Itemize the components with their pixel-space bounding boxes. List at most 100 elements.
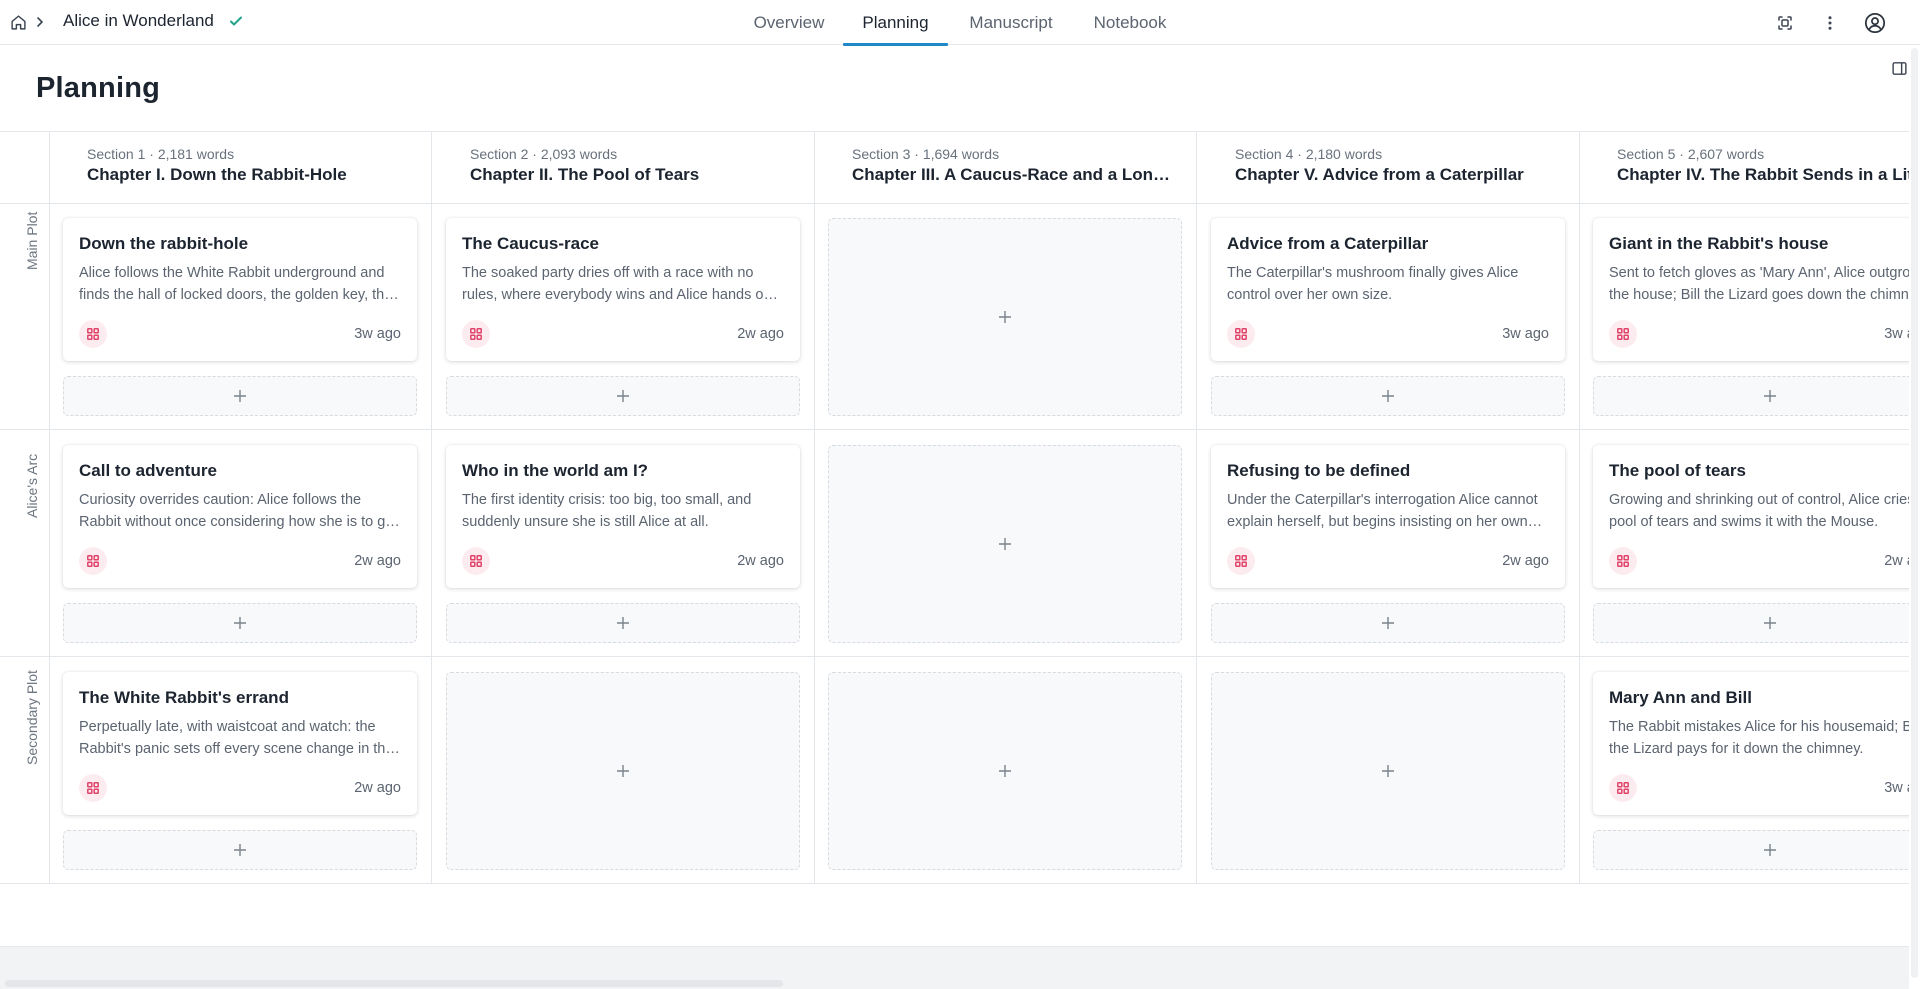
add-card-button[interactable] bbox=[828, 218, 1182, 416]
row-header[interactable]: Secondary Plot bbox=[0, 657, 49, 883]
plus-icon bbox=[1764, 617, 1776, 629]
plus-icon bbox=[999, 765, 1011, 777]
card-timestamp: 3w ago bbox=[1502, 326, 1549, 342]
card-timestamp: 3w ago bbox=[1884, 326, 1909, 342]
add-card-button[interactable] bbox=[828, 672, 1182, 870]
card-title: Advice from a Caterpillar bbox=[1227, 234, 1429, 253]
card-timestamp: 2w ago bbox=[354, 553, 401, 569]
home-icon[interactable] bbox=[8, 12, 28, 32]
focus-icon[interactable] bbox=[1774, 12, 1796, 34]
card-title: Down the rabbit-hole bbox=[79, 234, 249, 253]
panel-toggle-icon[interactable] bbox=[1889, 58, 1909, 78]
card-description: Curiosity overrides caution: Alice follo… bbox=[79, 492, 398, 530]
grid-icon bbox=[1609, 547, 1637, 575]
card-title: Giant in the Rabbit's house bbox=[1609, 234, 1829, 253]
add-card-button[interactable] bbox=[1211, 603, 1565, 643]
add-card-button[interactable] bbox=[1593, 830, 1909, 870]
section-meta: Section 5 · 2,607 words bbox=[1617, 146, 1765, 162]
plus-icon bbox=[1764, 390, 1776, 402]
plan-card[interactable]: Mary Ann and Bill The Rabbit mistakes Al… bbox=[1593, 672, 1909, 815]
plan-card[interactable]: Giant in the Rabbit's house Sent to fetc… bbox=[1593, 218, 1909, 361]
add-card-button[interactable] bbox=[63, 830, 417, 870]
plus-icon bbox=[234, 617, 246, 629]
section-title: Chapter V. Advice from a Caterpillar bbox=[1235, 165, 1524, 184]
more-vertical-icon[interactable] bbox=[1819, 12, 1841, 34]
grid-icon bbox=[1227, 547, 1255, 575]
grid-line bbox=[814, 131, 815, 884]
section-meta: Section 4 · 2,180 words bbox=[1235, 146, 1383, 162]
card-description: The Caterpillar's mushroom finally gives… bbox=[1227, 265, 1519, 303]
section-meta: Section 2 · 2,093 words bbox=[470, 146, 618, 162]
grid-line bbox=[0, 656, 1909, 657]
add-card-button[interactable] bbox=[446, 376, 800, 416]
tab-notebook[interactable]: Notebook bbox=[1082, 0, 1178, 45]
plan-card[interactable]: Advice from a Caterpillar The Caterpilla… bbox=[1211, 218, 1565, 361]
planning-board: Section 1 · 2,181 words Chapter I. Down … bbox=[0, 131, 1909, 884]
book-title[interactable]: Alice in Wonderland bbox=[63, 11, 214, 31]
add-card-button[interactable] bbox=[63, 376, 417, 416]
section-title: Chapter III. A Caucus-Race and a Long Ta… bbox=[852, 165, 1176, 184]
grid-icon bbox=[462, 320, 490, 348]
plan-card[interactable]: The White Rabbit's errand Perpetually la… bbox=[63, 672, 417, 815]
add-card-button[interactable] bbox=[446, 672, 800, 870]
section-header[interactable]: Section 2 · 2,093 words Chapter II. The … bbox=[470, 131, 806, 204]
plan-card[interactable]: Who in the world am I? The first identit… bbox=[446, 445, 800, 588]
tab-planning[interactable]: Planning bbox=[843, 0, 948, 46]
vertical-scrollbar[interactable] bbox=[1911, 48, 1918, 978]
section-title: Chapter IV. The Rabbit Sends in a Little… bbox=[1617, 165, 1909, 184]
top-bar: Alice in Wonderland Overview Planning Ma… bbox=[0, 0, 1920, 46]
section-header[interactable]: Section 5 · 2,607 words Chapter IV. The … bbox=[1617, 131, 1909, 204]
card-description: The first identity crisis: too big, too … bbox=[462, 492, 752, 530]
plan-card[interactable]: Call to adventure Curiosity overrides ca… bbox=[63, 445, 417, 588]
add-card-button[interactable] bbox=[828, 445, 1182, 643]
add-card-button[interactable] bbox=[1593, 603, 1909, 643]
add-card-button[interactable] bbox=[1593, 376, 1909, 416]
card-description: Growing and shrinking out of control, Al… bbox=[1609, 492, 1909, 530]
plus-icon bbox=[617, 765, 629, 777]
plan-card[interactable]: The pool of tears Growing and shrinking … bbox=[1593, 445, 1909, 588]
main-tabs: Overview Planning Manuscript Notebook bbox=[0, 0, 1920, 46]
grid-icon bbox=[1609, 774, 1637, 802]
section-header[interactable]: Section 1 · 2,181 words Chapter I. Down … bbox=[87, 131, 423, 204]
section-title: Chapter I. Down the Rabbit-Hole bbox=[87, 165, 347, 184]
card-timestamp: 2w ago bbox=[1884, 553, 1909, 569]
plus-icon bbox=[617, 617, 629, 629]
grid-line bbox=[431, 131, 432, 884]
check-icon bbox=[228, 13, 244, 29]
grid-icon bbox=[79, 547, 107, 575]
card-description: Alice follows the White Rabbit undergrou… bbox=[79, 265, 393, 303]
horizontal-scrollbar[interactable] bbox=[5, 980, 783, 987]
row-header[interactable]: Main Plot bbox=[0, 204, 49, 429]
add-card-button[interactable] bbox=[1211, 376, 1565, 416]
add-card-button[interactable] bbox=[1211, 672, 1565, 870]
tab-overview[interactable]: Overview bbox=[738, 0, 840, 45]
card-timestamp: 2w ago bbox=[354, 780, 401, 796]
add-card-button[interactable] bbox=[63, 603, 417, 643]
grid-line bbox=[1579, 131, 1580, 884]
row-label: Alice's Arc bbox=[24, 453, 40, 518]
grid-icon bbox=[1609, 320, 1637, 348]
section-header[interactable]: Section 3 · 1,694 words Chapter III. A C… bbox=[852, 131, 1176, 204]
card-description: Under the Caterpillar's interrogation Al… bbox=[1227, 492, 1538, 530]
grid-line bbox=[1196, 131, 1197, 884]
row-header[interactable]: Alice's Arc bbox=[0, 430, 49, 656]
section-header[interactable]: Section 4 · 2,180 words Chapter V. Advic… bbox=[1235, 131, 1571, 204]
chevron-right-icon bbox=[33, 12, 47, 32]
plan-card[interactable]: Refusing to be defined Under the Caterpi… bbox=[1211, 445, 1565, 588]
add-card-button[interactable] bbox=[446, 603, 800, 643]
card-title: Mary Ann and Bill bbox=[1609, 688, 1752, 707]
page-title: Planning bbox=[36, 72, 161, 104]
card-timestamp: 2w ago bbox=[1502, 553, 1549, 569]
account-icon[interactable] bbox=[1864, 12, 1886, 34]
plus-icon bbox=[617, 390, 629, 402]
card-timestamp: 2w ago bbox=[737, 553, 784, 569]
plus-icon bbox=[1382, 617, 1394, 629]
tab-manuscript[interactable]: Manuscript bbox=[952, 0, 1070, 45]
card-timestamp: 3w ago bbox=[1884, 780, 1909, 796]
card-title: The Caucus-race bbox=[462, 234, 599, 253]
plus-icon bbox=[1382, 765, 1394, 777]
plan-card[interactable]: The Caucus-race The soaked party dries o… bbox=[446, 218, 800, 361]
grid-line bbox=[0, 883, 1909, 884]
row-label: Secondary Plot bbox=[24, 670, 40, 765]
plan-card[interactable]: Down the rabbit-hole Alice follows the W… bbox=[63, 218, 417, 361]
